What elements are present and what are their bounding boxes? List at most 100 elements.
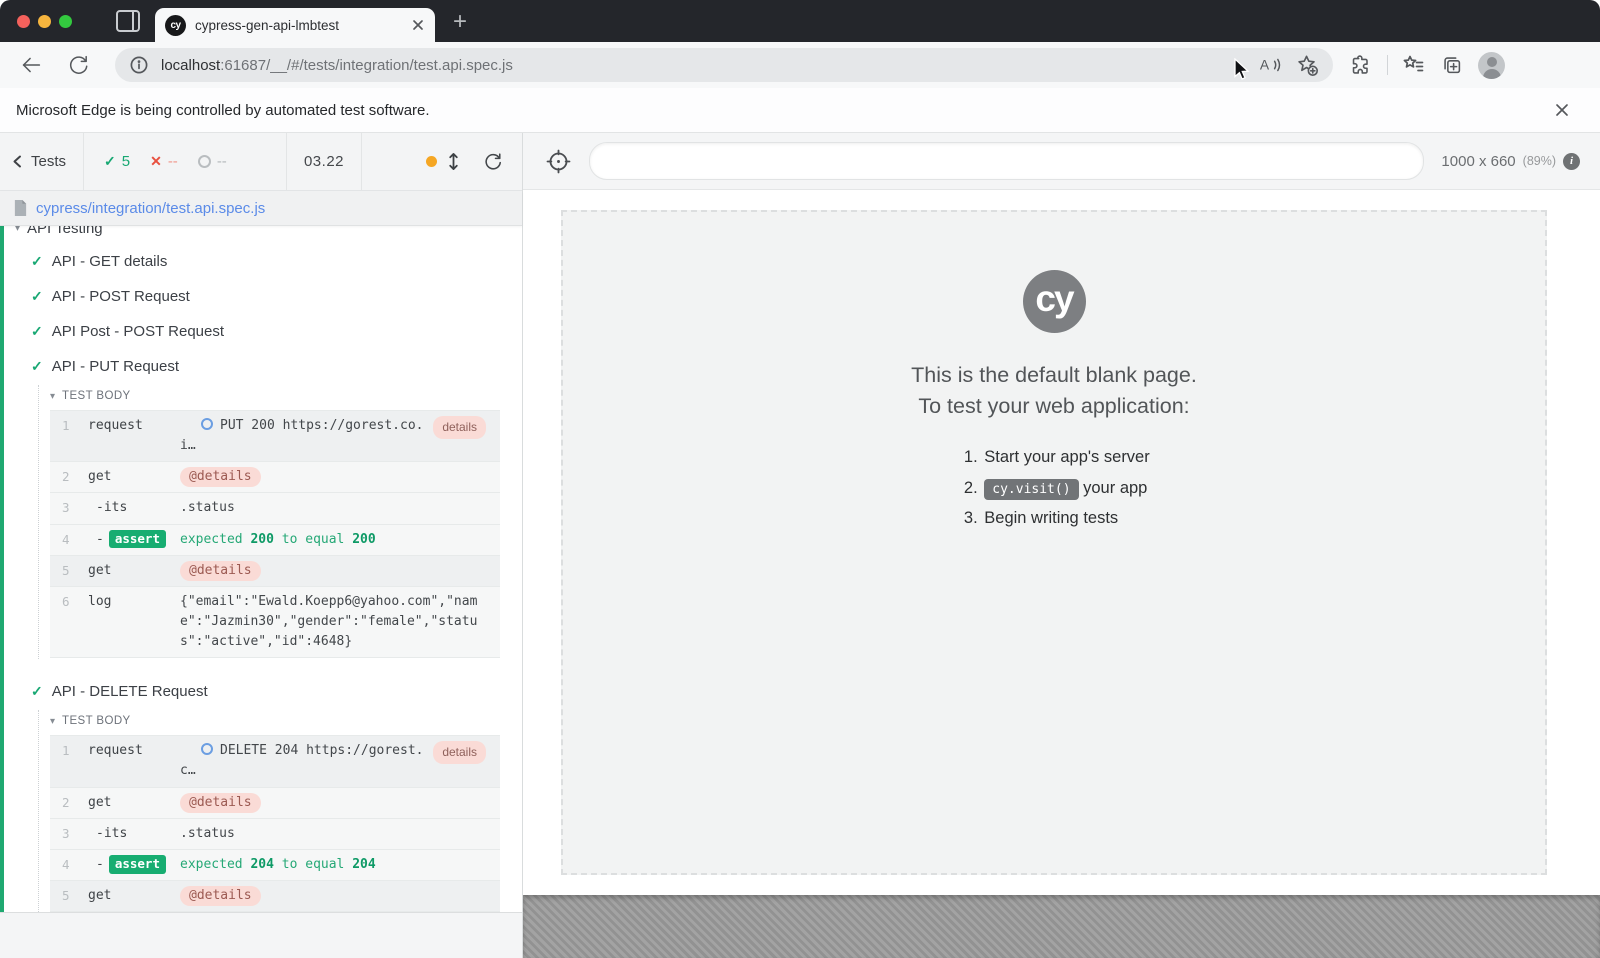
test-item: ✓ API - GET details <box>4 244 522 279</box>
command-message: @details <box>180 885 486 907</box>
test-pass-icon: ✓ <box>31 253 43 269</box>
assert-badge: assert <box>108 529 166 549</box>
command-message: expected 200 to equal 200 <box>180 531 376 547</box>
command-method: request <box>88 743 143 759</box>
viewport-scale: (89%) <box>1522 154 1556 168</box>
back-to-tests-button[interactable]: Tests <box>0 133 84 190</box>
command-method: get <box>88 887 112 903</box>
window-zoom-button[interactable] <box>59 14 72 28</box>
extensions-icon[interactable] <box>1349 53 1373 77</box>
browser-tab[interactable]: cy cypress-gen-api-lmbtest <box>155 8 435 42</box>
command-number: 1 <box>62 418 70 433</box>
command-row[interactable]: 1 request DELETE 204 https://gorest.c… deta… <box>50 736 500 788</box>
test-body-toggle[interactable]: ▾ TEST BODY <box>49 388 522 408</box>
pending-count: -- <box>216 153 227 170</box>
command-log: 1 request PUT 200 https://gorest.co.i… deta… <box>50 410 500 659</box>
command-row[interactable]: 4 - assert expected 200 to equal 200 <box>50 524 500 556</box>
command-number: 3 <box>62 500 70 516</box>
cypress-reporter: Tests ✓ 5 ✕ -- -- 03.22 cypress/integrat… <box>0 133 523 958</box>
window-close-button[interactable] <box>17 14 30 28</box>
url-text: localhost:61687/__/#/tests/integration/t… <box>161 57 513 74</box>
command-number: 6 <box>62 593 70 609</box>
test-title-row[interactable]: ✓ API - POST Request <box>4 279 522 314</box>
collections-icon[interactable] <box>1440 53 1464 77</box>
command-number: 3 <box>62 825 70 841</box>
test-item: ✓ API - DELETE Request ▾ TEST BODY 1 request D… <box>4 674 522 912</box>
read-aloud-icon[interactable]: A <box>1258 53 1282 77</box>
command-row[interactable]: 6 log {"email":"Ewald.Koepp6@yahoo.com","n… <box>50 586 500 659</box>
test-results-panel: ▾ API Testing ✓ API - GET details ✓ API - P… <box>0 226 522 912</box>
back-to-tests-label: Tests <box>31 153 67 170</box>
spec-file-link[interactable]: cypress/integration/test.api.spec.js <box>36 200 265 217</box>
auto-scroll-toggle[interactable] <box>426 151 462 172</box>
command-method: get <box>88 794 112 810</box>
caret-down-icon: ▾ <box>15 226 21 234</box>
aut-panel: 1000 x 660 (89%) i cy This is the defaul… <box>523 133 1600 958</box>
command-row[interactable]: 5 get @details <box>50 880 500 912</box>
test-title: API - POST Request <box>51 288 190 305</box>
tab-close-icon[interactable] <box>411 18 425 32</box>
command-row[interactable]: 4 - assert expected 204 to equal 204 <box>50 849 500 881</box>
new-tab-button[interactable]: + <box>453 10 467 34</box>
command-row[interactable]: 2 get @details <box>50 462 500 494</box>
notification-close-icon[interactable] <box>1554 102 1570 118</box>
address-bar[interactable]: localhost:61687/__/#/tests/integration/t… <box>115 48 1333 82</box>
profile-avatar[interactable] <box>1478 51 1505 79</box>
file-icon <box>14 200 27 216</box>
alias-badge: @details <box>180 467 261 488</box>
url-path: :61687/__/#/tests/integration/test.api.s… <box>220 56 513 74</box>
command-row[interactable]: 1 request PUT 200 https://gorest.co.i… deta… <box>50 411 500 463</box>
command-row[interactable]: 2 get @details <box>50 787 500 819</box>
cypress-favicon: cy <box>165 14 186 36</box>
command-row[interactable]: 3 -its .status <box>50 818 500 850</box>
svg-text:A: A <box>1260 57 1270 73</box>
test-body-toggle[interactable]: ▾ TEST BODY <box>49 713 522 733</box>
command-row[interactable]: 3 -its .status <box>50 493 500 525</box>
command-method: - assert <box>88 529 180 550</box>
back-button[interactable] <box>18 52 44 78</box>
command-method: log <box>88 593 112 609</box>
command-message: expected 204 to equal 204 <box>180 856 376 872</box>
suite-row[interactable]: ▾ API Testing <box>4 226 522 244</box>
automation-notification-bar: Microsoft Edge is being controlled by au… <box>0 88 1600 133</box>
request-event-icon <box>201 743 213 756</box>
aut-viewport: cy This is the default blank page. To te… <box>523 190 1600 895</box>
command-message: @details <box>180 792 486 813</box>
command-row[interactable]: 5 get @details <box>50 555 500 587</box>
rerun-tests-icon[interactable] <box>482 151 504 173</box>
details-badge[interactable]: details <box>433 416 486 439</box>
command-log: 1 request DELETE 204 https://gorest.c… deta… <box>50 735 500 912</box>
command-message: .status <box>180 500 235 516</box>
details-badge[interactable]: details <box>433 741 486 764</box>
test-title-row[interactable]: ✓ API Post - POST Request <box>4 314 522 349</box>
favorites-icon[interactable] <box>1402 53 1426 77</box>
aut-url-input[interactable] <box>589 142 1425 180</box>
failed-x-icon: ✕ <box>150 153 162 169</box>
blank-page-line2: To test your web application: <box>918 394 1190 419</box>
test-body: ▾ TEST BODY 1 request DELETE 204 https://gor… <box>38 710 522 912</box>
tab-switcher-icon[interactable] <box>116 10 140 32</box>
test-title-row[interactable]: ✓ API - DELETE Request <box>4 674 522 709</box>
step-visit-app: cy.visit() your app <box>982 473 1149 504</box>
test-body-label: TEST BODY <box>62 390 131 402</box>
reporter-controls <box>362 133 522 190</box>
site-info-icon[interactable] <box>129 55 149 75</box>
test-title-row[interactable]: ✓ API - GET details <box>4 244 522 279</box>
window-minimize-button[interactable] <box>38 14 51 28</box>
reload-button[interactable] <box>66 53 91 78</box>
command-number: 2 <box>62 469 70 485</box>
test-stats: ✓ 5 ✕ -- -- <box>84 133 287 190</box>
viewport-size: 1000 x 660 <box>1441 152 1516 170</box>
auto-scroll-indicator-dot <box>426 156 437 167</box>
test-title-row[interactable]: ✓ API - PUT Request <box>4 349 522 384</box>
test-item: ✓ API - POST Request <box>4 279 522 314</box>
command-method: -its <box>96 500 128 516</box>
pending-stat: -- <box>197 153 227 170</box>
viewport-info-icon[interactable]: i <box>1563 152 1580 170</box>
test-item: ✓ API - PUT Request ▾ TEST BODY 1 request PUT … <box>4 349 522 660</box>
add-favorite-icon[interactable] <box>1296 54 1319 77</box>
command-message: DELETE 204 https://gorest.c… <box>180 743 424 779</box>
viewport-overflow-stripes <box>523 895 1600 958</box>
command-method: -its <box>96 825 128 841</box>
selector-playground-icon[interactable] <box>545 148 572 175</box>
